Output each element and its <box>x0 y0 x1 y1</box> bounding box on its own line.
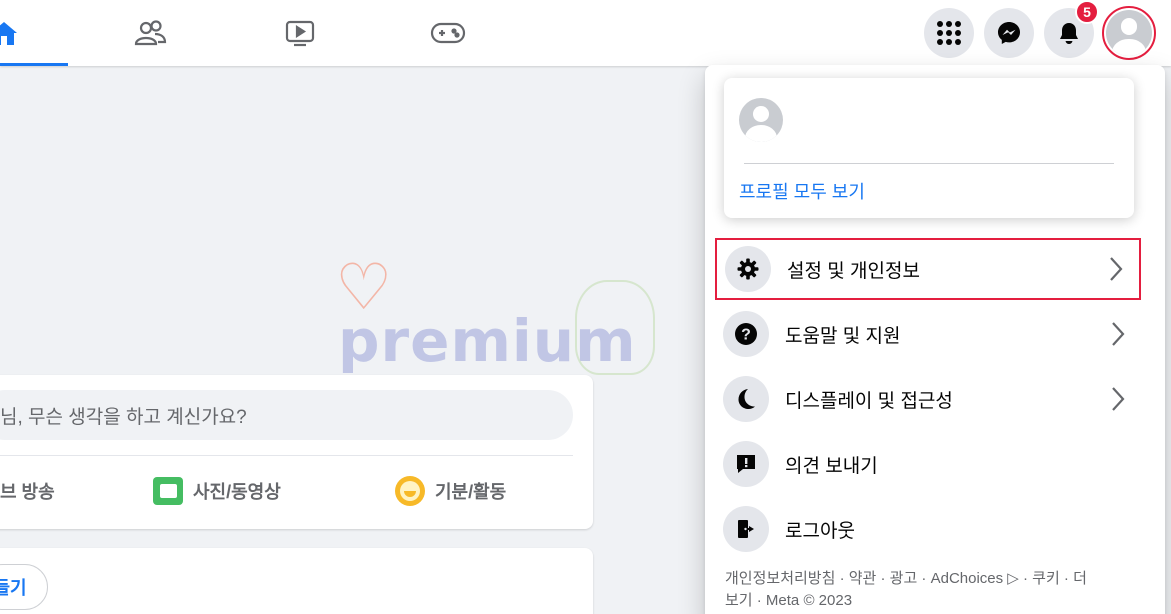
tab-gaming[interactable] <box>408 0 488 66</box>
menu-item-help-support[interactable]: ? 도움말 및 지원 <box>715 303 1141 365</box>
tab-watch[interactable] <box>260 0 340 66</box>
menu-item-log-out[interactable]: 로그아웃 <box>715 498 1141 560</box>
watermark: ♡ premium <box>330 255 660 375</box>
menu-item-display-accessibility[interactable]: 디스플레이 및 접근성 <box>715 368 1141 430</box>
menu-item-label: 의견 보내기 <box>785 455 878 477</box>
feedback-icon <box>723 441 769 487</box>
grid-menu-icon <box>937 21 961 45</box>
menu-item-label: 디스플레이 및 접근성 <box>785 390 953 412</box>
messenger-button[interactable] <box>984 8 1034 58</box>
menu-item-label: 로그아웃 <box>785 520 855 542</box>
home-icon <box>0 22 17 45</box>
profile-card[interactable]: 프로필 모두 보기 <box>724 78 1134 218</box>
live-video-button[interactable]: 브 방송 <box>0 471 55 511</box>
notification-count-badge: 5 <box>1075 0 1099 24</box>
menu-button[interactable] <box>924 8 974 58</box>
chevron-right-icon <box>1105 386 1131 412</box>
feeling-activity-button[interactable]: 기분/활동 <box>395 471 506 511</box>
create-room-card: 들기 <box>0 548 593 614</box>
composer-input[interactable]: 님, 무슨 생각을 하고 계신가요? <box>0 390 573 440</box>
logout-icon <box>723 506 769 552</box>
footer-line[interactable]: 개인정보처리방침 · 약관 · 광고 · AdChoices ▷ · 쿠키 · … <box>725 568 1135 590</box>
footer-line[interactable]: 보기 · Meta © 2023 <box>725 590 1135 612</box>
moon-icon <box>723 376 769 422</box>
messenger-icon <box>998 22 1020 44</box>
menu-item-label: 도움말 및 지원 <box>785 325 901 347</box>
bell-icon <box>1060 23 1078 44</box>
tab-home[interactable] <box>0 0 68 66</box>
divider <box>0 455 573 456</box>
chevron-right-icon <box>1105 321 1131 347</box>
see-all-profiles-link[interactable]: 프로필 모두 보기 <box>739 178 865 204</box>
watermark-text: premium <box>338 307 637 375</box>
friends-icon <box>134 20 167 46</box>
gaming-icon <box>430 22 466 44</box>
watch-icon <box>285 20 315 47</box>
footer-links: 개인정보처리방침 · 약관 · 광고 · AdChoices ▷ · 쿠키 · … <box>725 568 1135 612</box>
account-dropdown: 프로필 모두 보기 설정 및 개인정보 ? 도움말 및 지원 디스플레이 및 접… <box>705 65 1165 614</box>
top-navigation-bar: 5 <box>0 0 1171 66</box>
question-icon: ? <box>723 311 769 357</box>
photo-video-label: 사진/동영상 <box>193 482 281 502</box>
menu-item-label: 설정 및 개인정보 <box>787 260 920 282</box>
profile-avatar <box>739 98 783 142</box>
heart-icon: ♡ <box>335 251 393 323</box>
menu-item-settings-privacy[interactable]: 설정 및 개인정보 <box>715 238 1141 300</box>
avatar <box>1106 10 1152 56</box>
chevron-right-icon <box>1103 256 1129 282</box>
feeling-activity-label: 기분/활동 <box>435 482 507 502</box>
svg-text:?: ? <box>741 327 751 344</box>
post-composer: 님, 무슨 생각을 하고 계신가요? 브 방송 사진/동영상 기분/활동 <box>0 375 593 529</box>
feeling-icon <box>395 476 425 506</box>
tab-friends[interactable] <box>110 0 190 66</box>
create-room-button[interactable]: 들기 <box>0 564 48 610</box>
photo-video-button[interactable]: 사진/동영상 <box>153 471 281 511</box>
gear-icon <box>725 246 771 292</box>
divider <box>744 163 1114 164</box>
cat-icon <box>575 280 655 375</box>
live-video-label: 브 방송 <box>0 482 55 502</box>
photo-icon <box>153 477 183 505</box>
account-button[interactable] <box>1102 6 1156 60</box>
menu-item-give-feedback[interactable]: 의견 보내기 <box>715 433 1141 495</box>
